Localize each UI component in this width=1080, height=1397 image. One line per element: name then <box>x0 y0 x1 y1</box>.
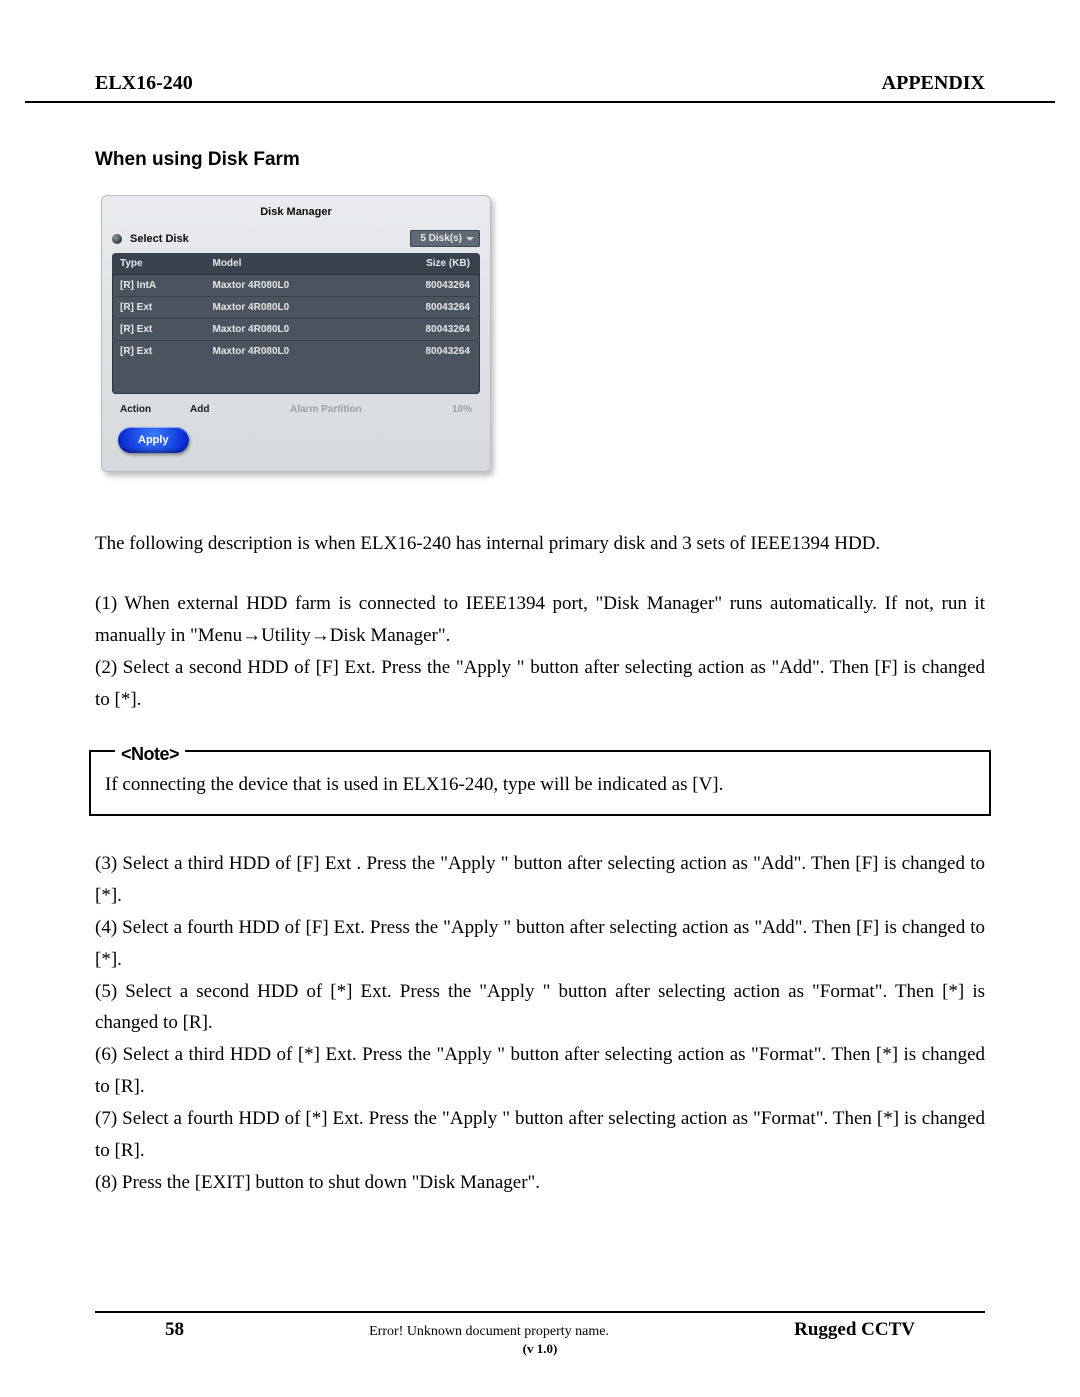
disk-manager-panel: Disk Manager Select Disk 5 Disk(s) Type … <box>101 195 491 472</box>
cell-type: [R] Ext <box>112 341 204 363</box>
alarm-partition-label: Alarm Partition <box>290 404 452 415</box>
step-2: (2) Select a second HDD of [F] Ext. Pres… <box>95 652 985 716</box>
disk-manager-title: Disk Manager <box>102 196 490 226</box>
step-7: (7) Select a fourth HDD of [*] Ext. Pres… <box>95 1103 985 1167</box>
disk-table: Type Model Size (KB) [R] IntA Maxtor 4R0… <box>112 253 480 394</box>
step-6: (6) Select a third HDD of [*] Ext. Press… <box>95 1039 985 1103</box>
cell-type: [R] IntA <box>112 275 204 297</box>
cell-size: 80043264 <box>369 319 480 341</box>
page-footer: 58 Error! Unknown document property name… <box>95 1311 985 1357</box>
note-legend: <Note> <box>115 740 185 769</box>
cell-model: Maxtor 4R080L0 <box>204 341 369 363</box>
disk-count-dropdown[interactable]: 5 Disk(s) <box>410 230 480 247</box>
cell-size: 80043264 <box>369 275 480 297</box>
cell-type: [R] Ext <box>112 319 204 341</box>
cell-model: Maxtor 4R080L0 <box>204 319 369 341</box>
footer-right: Rugged CCTV <box>794 1319 985 1341</box>
step-8: (8) Press the [EXIT] button to shut down… <box>95 1167 985 1199</box>
footer-center: Error! Unknown document property name. <box>184 1324 794 1340</box>
note-box: <Note> If connecting the device that is … <box>89 750 991 816</box>
table-row[interactable]: [R] IntA Maxtor 4R080L0 80043264 <box>112 275 480 297</box>
col-size: Size (KB) <box>369 253 480 275</box>
cell-model: Maxtor 4R080L0 <box>204 275 369 297</box>
table-row[interactable]: [R] Ext Maxtor 4R080L0 80043264 <box>112 341 480 363</box>
cell-size: 80043264 <box>369 341 480 363</box>
cell-model: Maxtor 4R080L0 <box>204 297 369 319</box>
cell-type: [R] Ext <box>112 297 204 319</box>
action-label: Action <box>120 404 190 415</box>
col-type: Type <box>112 253 204 275</box>
step-3: (3) Select a third HDD of [F] Ext . Pres… <box>95 848 985 912</box>
table-row[interactable]: [R] Ext Maxtor 4R080L0 80043264 <box>112 297 480 319</box>
action-value[interactable]: Add <box>190 404 290 415</box>
footer-version: (v 1.0) <box>95 1341 985 1357</box>
bullet-icon <box>112 234 122 244</box>
apply-button[interactable]: Apply <box>118 427 189 453</box>
step-4: (4) Select a fourth HDD of [F] Ext. Pres… <box>95 912 985 976</box>
col-model: Model <box>204 253 369 275</box>
header-right: APPENDIX <box>882 72 985 95</box>
select-disk-label: Select Disk <box>130 233 189 245</box>
page-number: 58 <box>95 1319 184 1341</box>
header-left: ELX16-240 <box>95 72 193 95</box>
alarm-partition-value[interactable]: 10% <box>452 404 480 415</box>
table-row[interactable]: [R] Ext Maxtor 4R080L0 80043264 <box>112 319 480 341</box>
cell-size: 80043264 <box>369 297 480 319</box>
intro-text: The following description is when ELX16-… <box>95 528 985 560</box>
step-5: (5) Select a second HDD of [*] Ext. Pres… <box>95 976 985 1040</box>
step-1: (1) When external HDD farm is connected … <box>95 588 985 652</box>
note-text: If connecting the device that is used in… <box>105 774 723 795</box>
section-title: When using Disk Farm <box>95 149 985 171</box>
